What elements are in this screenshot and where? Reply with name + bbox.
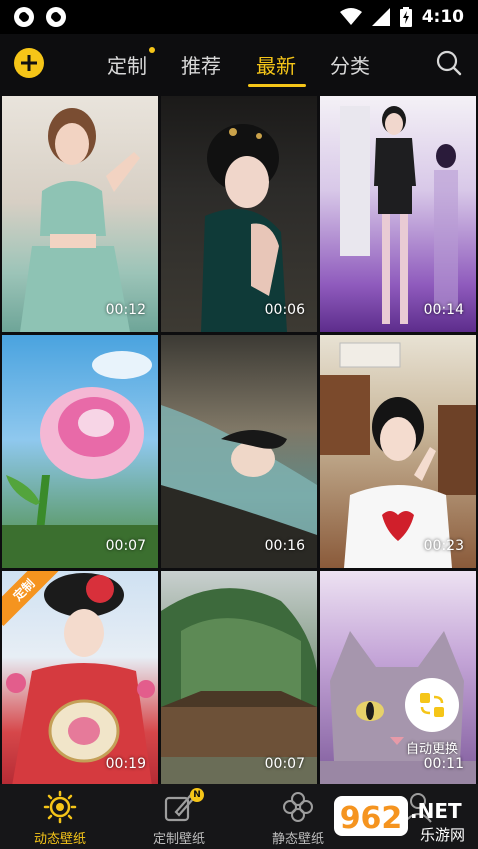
tile-preview bbox=[201, 124, 287, 332]
flower-icon bbox=[283, 792, 313, 822]
duration-label: 00:07 bbox=[105, 538, 146, 554]
tab-active-indicator bbox=[248, 84, 306, 87]
notification-icon bbox=[14, 7, 34, 27]
tile-preview bbox=[320, 342, 476, 568]
wallpaper-tile[interactable]: 定制 00:19 bbox=[2, 571, 158, 786]
nav-label: 静态壁纸 bbox=[271, 832, 324, 847]
tab-recommend[interactable]: 推荐 bbox=[181, 50, 221, 79]
duration-label: 00:14 bbox=[423, 302, 464, 318]
duration-label: 00:16 bbox=[264, 538, 305, 554]
wifi-icon bbox=[339, 8, 362, 25]
auto-change-label: 自动更换 bbox=[405, 742, 458, 757]
app-root: 4:10 定制 推荐 最新 分类 00:12 00:06 00:14 00:07… bbox=[0, 0, 478, 849]
new-badge: N bbox=[190, 788, 204, 802]
tile-preview bbox=[161, 405, 317, 568]
nav-custom-wallpaper[interactable]: N 定制壁纸 bbox=[129, 788, 229, 847]
tab-latest[interactable]: 最新 bbox=[256, 50, 296, 79]
signal-icon bbox=[371, 8, 390, 26]
duration-label: 00:11 bbox=[423, 756, 464, 772]
wallpaper-tile[interactable]: 00:06 bbox=[161, 96, 317, 332]
add-button[interactable] bbox=[14, 48, 44, 78]
wallpaper-tile[interactable]: 00:12 bbox=[2, 96, 158, 332]
nav-label: 定制壁纸 bbox=[152, 832, 205, 847]
svg-text:.NET: .NET bbox=[410, 799, 462, 823]
duration-label: 00:19 bbox=[105, 756, 146, 772]
nav-static-wallpaper[interactable]: 静态壁纸 bbox=[248, 790, 348, 847]
nav-label: 动态壁纸 bbox=[33, 832, 86, 847]
tile-preview bbox=[340, 106, 458, 324]
site-watermark-logo: 962 .NET 乐游网 bbox=[334, 796, 465, 844]
sun-icon bbox=[43, 790, 77, 824]
nav-dynamic-wallpaper[interactable]: 动态壁纸 bbox=[10, 790, 110, 847]
notification-icon bbox=[46, 7, 66, 27]
tab-custom[interactable]: 定制 bbox=[107, 50, 147, 79]
tab-new-dot bbox=[149, 47, 155, 53]
tile-preview bbox=[161, 588, 317, 786]
top-nav: 定制 推荐 最新 分类 bbox=[0, 34, 478, 92]
status-time: 4:10 bbox=[421, 7, 464, 27]
tile-preview bbox=[2, 351, 158, 568]
tab-category[interactable]: 分类 bbox=[330, 50, 370, 79]
refresh-icon bbox=[420, 693, 444, 717]
duration-label: 00:23 bbox=[423, 538, 464, 554]
wallpaper-tile[interactable]: 00:16 bbox=[161, 335, 317, 568]
tile-preview bbox=[20, 108, 140, 332]
svg-text:乐游网: 乐游网 bbox=[420, 826, 465, 844]
duration-label: 00:07 bbox=[264, 756, 305, 772]
duration-label: 00:12 bbox=[105, 302, 146, 318]
wallpaper-tile[interactable]: 00:07 bbox=[161, 571, 317, 786]
wallpaper-tile[interactable]: 00:14 bbox=[320, 96, 476, 332]
auto-change-button[interactable]: 自动更换 bbox=[400, 678, 464, 757]
wallpaper-tile[interactable]: 00:07 bbox=[2, 335, 158, 568]
status-bar: 4:10 bbox=[0, 0, 478, 34]
auto-change-circle bbox=[405, 678, 459, 732]
duration-label: 00:06 bbox=[264, 302, 305, 318]
wallpaper-tile[interactable]: 00:23 bbox=[320, 335, 476, 568]
battery-icon bbox=[399, 7, 412, 27]
search-icon[interactable] bbox=[436, 50, 462, 76]
svg-text:962: 962 bbox=[340, 801, 403, 836]
